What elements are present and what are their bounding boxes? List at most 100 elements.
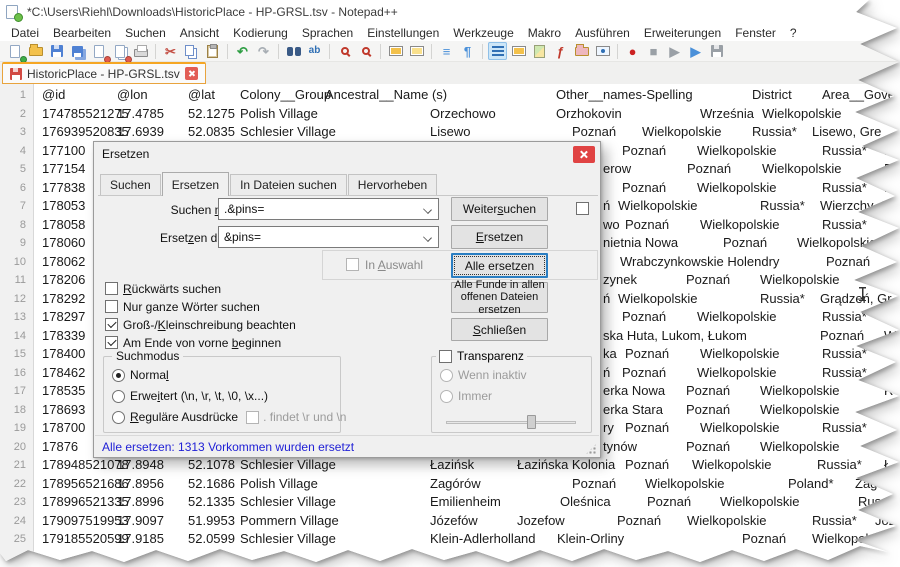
cell-text: Orzhokovin [556,106,622,121]
print-icon[interactable] [131,42,150,60]
cell-text: Września [700,106,754,121]
cell-text: Ł [884,457,891,472]
document-map-icon[interactable] [530,42,549,60]
dialog-tab-in-dateien-suchen[interactable]: In Dateien suchen [230,174,347,196]
transparency-checkbox[interactable] [439,350,452,363]
dialog-tab-hervorheben[interactable]: Hervorheben [348,174,437,196]
cell-text: Russia* [858,494,900,509]
replace-icon[interactable]: ab [305,42,324,60]
menu-item-?[interactable]: ? [783,25,804,41]
cell-text: Ancestral__Name (s) [325,87,447,102]
pin-checkbox[interactable] [576,202,589,215]
zoom-out-icon[interactable] [356,42,375,60]
view-monitor-icon[interactable] [593,42,612,60]
dropdown-arrow-icon[interactable] [423,233,432,242]
macro-play-icon[interactable]: ▶ [665,42,684,60]
menu-item-ausfhren[interactable]: Ausführen [568,25,637,41]
menu-item-sprachen[interactable]: Sprachen [295,25,360,41]
macro-stop-icon[interactable]: ■ [644,42,663,60]
save-all-icon[interactable] [68,42,87,60]
window-title: *C:\Users\Riehl\Downloads\HistoricPlace … [27,5,398,19]
menu-item-bearbeiten[interactable]: Bearbeiten [46,25,118,41]
cell-text: Poznań [647,494,691,509]
macro-record-icon[interactable]: ● [623,42,642,60]
menu-item-suchen[interactable]: Suchen [118,25,173,41]
cell-text: Poznań [622,143,666,158]
option-checkbox[interactable] [105,300,118,313]
option-checkbox[interactable] [105,336,118,349]
cell-text: ka [603,346,617,361]
new-file-icon[interactable] [5,42,24,60]
search-mode-radio[interactable] [112,390,125,403]
option-label: Rückwärts suchen [123,282,221,296]
option-checkbox[interactable] [105,282,118,295]
doc-switcher-icon[interactable] [509,42,528,60]
cell-text: Wielkopolskie [700,420,779,435]
cell-text: Russia* [822,365,867,380]
word-wrap-icon[interactable]: ≡ [437,42,456,60]
slider-thumb[interactable] [527,415,536,429]
function-list-icon[interactable] [488,42,507,60]
show-all-chars-icon[interactable]: ¶ [458,42,477,60]
dialog-tab-suchen[interactable]: Suchen [100,174,161,196]
find-next-button[interactable]: Weiter suchen [451,197,548,221]
cell-text: Polish Village [240,106,318,121]
close-button[interactable]: Schließen [451,318,548,341]
search-mode-radio[interactable] [112,411,125,424]
dot-matches-newline-checkbox[interactable] [246,411,259,424]
zoom-in-icon[interactable] [335,42,354,60]
save-icon[interactable] [47,42,66,60]
undo-icon[interactable]: ↶ [233,42,252,60]
paste-icon[interactable] [203,42,222,60]
menu-item-ansicht[interactable]: Ansicht [173,25,226,41]
find-what-combobox[interactable]: .&pins= [218,198,439,220]
modified-file-icon [10,68,22,80]
replace-button[interactable]: Ersetzen [451,225,548,249]
dropdown-arrow-icon[interactable] [423,205,432,214]
redo-icon[interactable]: ↷ [254,42,273,60]
open-file-icon[interactable] [26,42,45,60]
replace-all-open-docs-button[interactable]: Alle Funde in allen offenen Dateien erse… [451,282,548,313]
replace-dialog: Ersetzen SuchenErsetzenIn Dateien suchen… [93,141,601,458]
macro-run-multi-icon[interactable]: ▶ [686,42,705,60]
cell-text: 178956521686 [42,476,129,491]
cut-icon[interactable]: ✂ [161,42,180,60]
tab-historicplace[interactable]: HistoricPlace - HP-GRSL.tsv [2,62,206,84]
menu-item-kodierung[interactable]: Kodierung [226,25,295,41]
search-mode-radio[interactable] [112,369,125,382]
dialog-tab-ersetzen[interactable]: Ersetzen [162,172,229,196]
menu-item-fenster[interactable]: Fenster [728,25,783,41]
sync-scroll-v-icon[interactable] [386,42,405,60]
transparency-slider[interactable] [446,415,576,429]
in-selection-checkbox[interactable] [346,258,359,271]
dialog-titlebar[interactable]: Ersetzen [94,142,600,164]
menu-item-makro[interactable]: Makro [521,25,568,41]
menu-item-werkzeuge[interactable]: Werkzeuge [446,25,520,41]
replace-with-combobox[interactable]: &pins= [218,226,439,248]
option-checkbox[interactable] [105,318,118,331]
cell-text: 178297 [42,309,85,324]
dialog-close-icon[interactable] [573,146,595,163]
search-mode-row: Reguläre Ausdrücke. findet \r und \n [112,410,346,424]
cell-text: 52.0835 [188,124,235,139]
find-icon[interactable] [284,42,303,60]
menu-item-datei[interactable]: Datei [4,25,46,41]
transparency-radio[interactable] [440,390,453,403]
close-all-icon[interactable] [110,42,129,60]
sync-scroll-h-icon[interactable] [407,42,426,60]
copy-icon[interactable] [182,42,201,60]
replace-all-button[interactable]: Alle ersetzen [451,253,548,278]
macro-save-icon[interactable] [707,42,726,60]
transparency-radio[interactable] [440,369,453,382]
cell-text: De [884,143,900,158]
cell-text: Poznań [625,217,669,232]
close-file-icon[interactable] [89,42,108,60]
editor-row-25: 17918552059917.918552.0599Schlesier Vill… [0,531,900,550]
menu-item-einstellungen[interactable]: Einstellungen [360,25,446,41]
window-titlebar[interactable]: *C:\Users\Riehl\Downloads\HistoricPlace … [0,0,900,24]
function-list-red-icon[interactable]: ƒ [551,42,570,60]
menu-item-erweiterungen[interactable]: Erweiterungen [637,25,728,41]
tab-close-icon[interactable] [185,67,198,80]
resize-grip-icon[interactable] [585,443,597,455]
folder-as-workspace-icon[interactable] [572,42,591,60]
